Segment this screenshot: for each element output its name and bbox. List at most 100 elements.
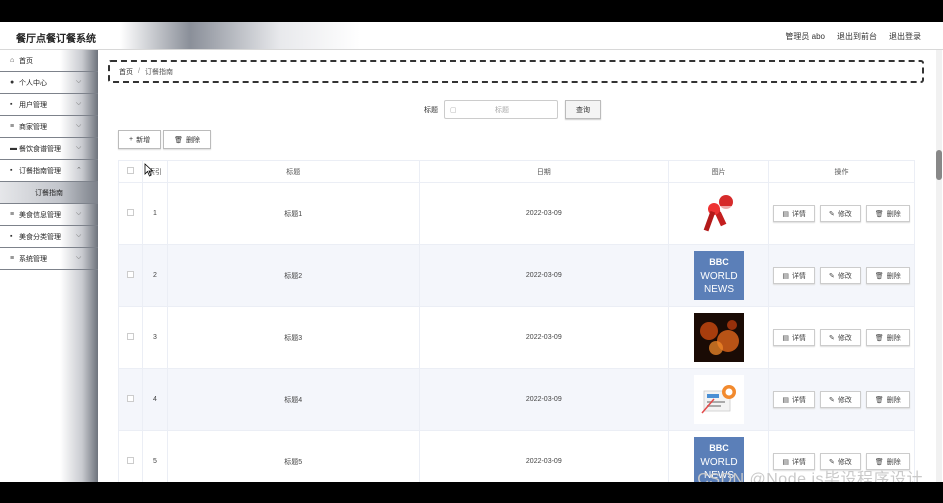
bottom-letterbox xyxy=(0,482,943,503)
action-bar: + 新增 🗑 删除 xyxy=(118,130,211,149)
row-checkbox[interactable] xyxy=(126,457,134,464)
select-all-checkbox[interactable] xyxy=(126,167,134,174)
column-header-title: 标题 xyxy=(166,160,420,183)
edit-button[interactable]: ✎ 修改 xyxy=(819,205,861,222)
edit-button[interactable]: ✎ 修改 xyxy=(819,391,861,408)
row-checkbox[interactable] xyxy=(126,271,134,278)
edit-label: 修改 xyxy=(837,272,852,280)
sidebar-item-label: 个人中心 xyxy=(19,79,47,87)
detail-button[interactable]: ▤ 详情 xyxy=(773,205,815,222)
page-scrollbar[interactable] xyxy=(936,50,942,482)
trash-icon: 🗑 xyxy=(874,210,884,218)
search-input[interactable]: ▢ 标题 xyxy=(444,100,558,119)
card-icon: ▬ xyxy=(10,145,17,152)
row-checkbox[interactable] xyxy=(126,209,134,216)
fire-image xyxy=(693,313,744,362)
chevron-down-icon: ⌵ xyxy=(76,78,82,85)
edit-label: 修改 xyxy=(837,334,852,342)
logout-link[interactable]: 退出登录 xyxy=(889,31,921,42)
cell-index: 5 xyxy=(141,430,168,482)
detail-button[interactable]: ▤ 详情 xyxy=(773,329,815,346)
trash-icon: 🗑 xyxy=(874,272,884,280)
bbc-world-text: WORLD xyxy=(700,271,737,282)
sidebar-item-guide[interactable]: ▪ 订餐指南管理 ⌃ xyxy=(0,160,98,182)
cell-index: 2 xyxy=(141,244,168,307)
sidebar-item-label: 商家管理 xyxy=(19,123,47,131)
sidebar-item-profile[interactable]: ● 个人中心 ⌵ xyxy=(0,72,98,94)
row-checkbox[interactable] xyxy=(126,333,134,340)
detail-button[interactable]: ▤ 详情 xyxy=(773,391,815,408)
sidebar-item-label: 美食信息管理 xyxy=(19,211,61,219)
cell-date: 2022-03-09 xyxy=(418,182,670,245)
menu-icon: ≡ xyxy=(10,211,15,218)
sidebar-item-label: 首页 xyxy=(19,57,33,65)
document-icon: ▤ xyxy=(782,334,789,342)
delete-label: 删除 xyxy=(886,210,901,218)
grid-icon: ▪ xyxy=(10,167,13,174)
row-checkbox[interactable] xyxy=(126,395,134,402)
cell-title: 标题4 xyxy=(166,368,420,431)
sidebar-item-label: 用户管理 xyxy=(19,101,47,109)
sidebar-item-users[interactable]: ▪ 用户管理 ⌵ xyxy=(0,94,98,116)
cell-index: 3 xyxy=(141,306,168,369)
sidebar-item-recipes[interactable]: ▬ 餐饮食谱管理 ⌵ xyxy=(0,138,98,160)
sidebar-item-label: 系统管理 xyxy=(19,255,47,263)
delete-button[interactable]: 🗑 删除 xyxy=(865,329,910,346)
sidebar-item-system[interactable]: ≡ 系统管理 ⌵ xyxy=(0,248,98,270)
sidebar-subitem-guide[interactable]: 订餐指南 xyxy=(0,182,98,204)
sidebar-item-home[interactable]: ⌂ 首页 xyxy=(0,50,98,72)
sidebar-item-food-info[interactable]: ≡ 美食信息管理 ⌵ xyxy=(0,204,98,226)
search-button[interactable]: 查询 xyxy=(565,100,601,119)
breadcrumb-home[interactable]: 首页 xyxy=(119,67,133,77)
delete-button[interactable]: 🗑 删除 xyxy=(865,205,910,222)
mouse-cursor-icon xyxy=(144,163,154,177)
select-all-checkbox-cell[interactable] xyxy=(118,160,143,183)
data-table: 索引 标题 日期 图片 操作 1 标题1 2022-03-09 ▤ 详情 ✎ 修… xyxy=(118,160,915,482)
cell-date: 2022-03-09 xyxy=(418,368,670,431)
table-row: 1 标题1 2022-03-09 ▤ 详情 ✎ 修改 🗑 删除 xyxy=(118,182,915,245)
sidebar-item-label: 美食分类管理 xyxy=(19,233,61,241)
table-row: 4 标题4 2022-03-09 ▤ 详情 ✎ 修改 🗑 删除 xyxy=(118,368,915,431)
column-header-actions: 操作 xyxy=(768,160,915,183)
delete-button[interactable]: 🗑 删除 xyxy=(865,391,910,408)
column-header-date: 日期 xyxy=(418,160,670,183)
table-row: 2 标题2 2022-03-09 BBC WORLD NEWS ▤ 详情 ✎ 修改 xyxy=(118,244,915,307)
breadcrumb: 首页 / 订餐指南 xyxy=(108,60,924,83)
cell-index: 4 xyxy=(141,368,168,431)
detail-label: 详情 xyxy=(791,334,806,342)
cell-date: 2022-03-09 xyxy=(418,306,670,369)
app-title: 餐厅点餐订餐系统 xyxy=(16,34,96,45)
sidebar-subitem-label: 订餐指南 xyxy=(35,189,63,197)
add-button[interactable]: + 新增 xyxy=(118,130,162,149)
bbc-logo-text: BBC xyxy=(709,257,729,267)
chevron-down-icon: ⌵ xyxy=(76,210,82,217)
trash-icon: 🗑 xyxy=(174,136,183,144)
trash-icon: 🗑 xyxy=(874,334,884,342)
front-link[interactable]: 退出到前台 xyxy=(837,31,877,42)
delete-button[interactable]: 🗑 删除 xyxy=(865,267,910,284)
batch-delete-button[interactable]: 🗑 删除 xyxy=(163,130,211,149)
cell-title: 标题1 xyxy=(166,182,420,245)
sidebar-item-food-category[interactable]: ▪ 美食分类管理 ⌵ xyxy=(0,226,98,248)
sidebar-item-merchants[interactable]: ≡ 商家管理 ⌵ xyxy=(0,116,98,138)
edit-button[interactable]: ✎ 修改 xyxy=(819,329,861,346)
detail-button[interactable]: ▤ 详情 xyxy=(773,267,815,284)
table-row: 3 标题3 2022-03-09 ▤ 详情 ✎ 修改 🗑 删除 xyxy=(118,306,915,369)
scrollbar-thumb[interactable] xyxy=(936,150,942,180)
newspaper-image xyxy=(693,375,744,424)
document-icon: ▤ xyxy=(782,396,789,404)
breadcrumb-separator: / xyxy=(138,68,140,75)
bbc-logo-text: BBC xyxy=(709,443,729,453)
cell-date: 2022-03-09 xyxy=(418,430,670,482)
edit-button[interactable]: ✎ 修改 xyxy=(819,267,861,284)
search-placeholder: 标题 xyxy=(495,106,509,114)
chevron-down-icon: ⌵ xyxy=(76,122,82,129)
header-links: 管理员 abo 退出到前台 退出登录 xyxy=(785,31,921,42)
plus-icon: + xyxy=(129,136,134,143)
edit-label: 修改 xyxy=(837,210,852,218)
detail-label: 详情 xyxy=(791,210,806,218)
column-header-image: 图片 xyxy=(668,160,770,183)
delete-label: 删除 xyxy=(886,334,901,342)
pencil-icon: ✎ xyxy=(828,272,835,280)
cell-title: 标题5 xyxy=(166,430,420,482)
